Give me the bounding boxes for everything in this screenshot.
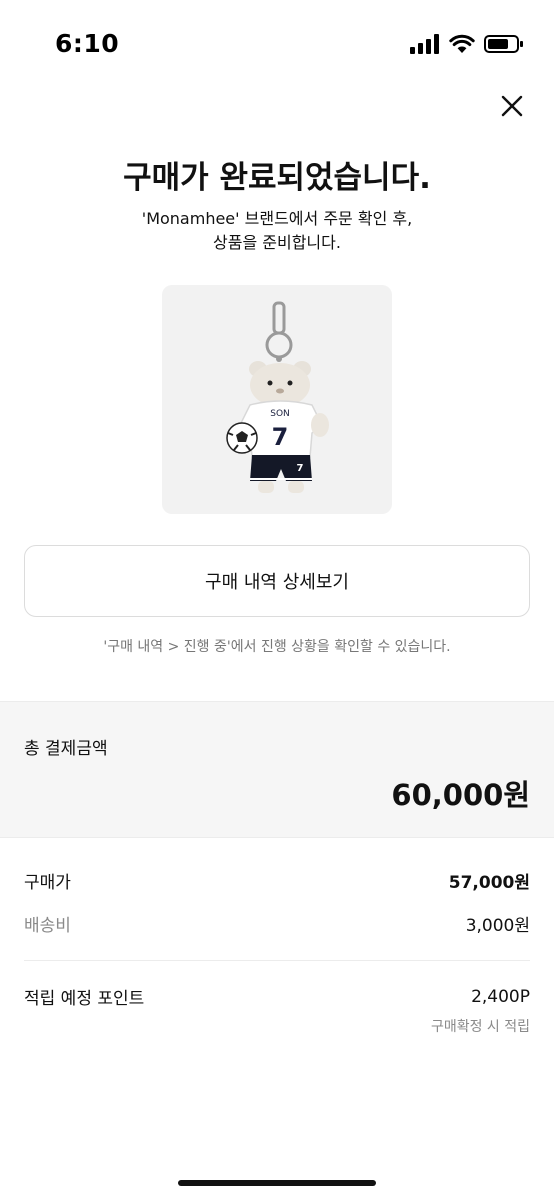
subtitle-line-2: 상품을 준비합니다. [213, 233, 341, 252]
status-time: 6:10 [55, 29, 120, 58]
divider [24, 960, 530, 961]
product-image: SON 7 7 [162, 285, 392, 514]
total-payment-value: 60,000원 [391, 778, 530, 812]
jersey-name: SON [270, 409, 290, 419]
shipping-fee-value: 3,000원 [465, 916, 530, 936]
points-note: 구매확정 시 적립 [430, 1019, 530, 1035]
status-icons [410, 33, 524, 55]
shorts-number: 7 [297, 463, 304, 474]
status-bar: 6:10 [0, 0, 554, 88]
confirmation-subtitle: 'Monamhee' 브랜드에서 주문 확인 후, 상품을 준비합니다. [0, 207, 554, 255]
shipping-fee-label: 배송비 [24, 916, 71, 936]
page-title: 구매가 완료되었습니다. [123, 160, 431, 196]
close-button[interactable] [496, 90, 528, 122]
wifi-icon [449, 34, 475, 53]
total-payment-label: 총 결제금액 [24, 739, 108, 759]
purchase-price-label: 구매가 [24, 873, 71, 893]
expected-points-row: 적립 예정 포인트 2,400P [24, 984, 530, 1010]
subtitle-line-1: 'Monamhee' 브랜드에서 주문 확인 후, [141, 209, 413, 228]
expected-points-label: 적립 예정 포인트 [24, 989, 145, 1009]
home-indicator[interactable] [178, 1180, 376, 1186]
progress-hint-text: '구매 내역 > 진행 중'에서 진행 상황을 확인할 수 있습니다. [103, 639, 451, 655]
purchase-price-value: 57,000원 [448, 873, 530, 893]
battery-icon [484, 35, 523, 53]
shipping-fee-row: 배송비 3,000원 [24, 911, 530, 936]
close-icon [501, 95, 523, 117]
keychain-plush-illustration: SON 7 7 [226, 301, 329, 493]
total-payment-section: 총 결제금액 60,000원 [0, 701, 554, 838]
expected-points-value: 2,400P [471, 986, 530, 1007]
signal-icon [410, 34, 439, 54]
purchase-price-row: 구매가 57,000원 [24, 868, 530, 893]
jersey-number: 7 [272, 423, 289, 451]
view-purchase-details-button[interactable]: 구매 내역 상세보기 [24, 545, 530, 617]
